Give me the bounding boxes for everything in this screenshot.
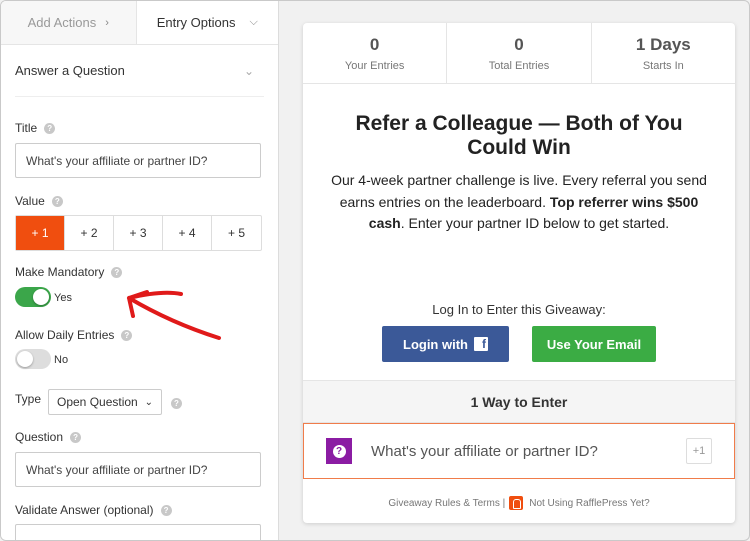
- tab-entry-options[interactable]: Entry Options ⌵: [136, 1, 278, 44]
- help-icon[interactable]: ?: [111, 266, 123, 278]
- title-label-text: Title: [15, 121, 38, 135]
- giveaway-preview: 0 Your Entries 0 Total Entries 1 Days St…: [303, 23, 735, 523]
- tab-add-actions-label: Add Actions: [27, 15, 97, 30]
- stat-value: 0: [514, 34, 524, 54]
- stat-label: Your Entries: [344, 59, 405, 72]
- ways-to-enter-header: 1 Way to Enter: [303, 380, 735, 423]
- help-icon[interactable]: ?: [70, 431, 82, 443]
- question-label-text: Question: [15, 430, 64, 444]
- title-label: Title ?: [15, 121, 56, 135]
- question-icon: ?: [326, 438, 352, 464]
- giveaway-headline: Refer a Colleague — Both of You Could Wi…: [355, 112, 683, 159]
- entry-points-badge: +1: [686, 438, 712, 464]
- stat-label: Starts In: [642, 59, 684, 72]
- chevron-down-icon: ⌄: [243, 63, 254, 78]
- mandatory-label-text: Make Mandatory: [15, 265, 105, 279]
- stat-total-entries: 0 Total Entries: [447, 23, 592, 83]
- rafflepress-icon: [509, 496, 524, 510]
- entry-action-text: What's your affiliate or partner ID?: [371, 442, 598, 460]
- chevron-right-icon: ›: [105, 16, 109, 29]
- help-icon[interactable]: ?: [171, 398, 182, 409]
- login-facebook-label: Login with: [403, 336, 468, 352]
- stat-starts-in: 1 Days Starts In: [592, 23, 735, 83]
- app-window: Add Actions › Entry Options ⌵ Answer a Q…: [0, 0, 750, 541]
- toggle-knob: [33, 289, 49, 305]
- value-option-3[interactable]: + 3: [114, 216, 163, 250]
- facebook-icon: f: [473, 337, 488, 351]
- giveaway-description: Our 4-week partner challenge is live. Ev…: [303, 170, 735, 235]
- stat-your-entries: 0 Your Entries: [303, 23, 448, 83]
- help-icon[interactable]: ?: [160, 504, 172, 516]
- value-option-5[interactable]: + 5: [212, 216, 261, 250]
- entry-action-row[interactable]: ? What's your affiliate or partner ID? +…: [303, 423, 735, 479]
- value-label: Value ?: [15, 194, 63, 208]
- stat-value: 0: [369, 34, 380, 54]
- question-label: Question ?: [15, 430, 82, 444]
- panel-tabs: Add Actions › Entry Options ⌵: [1, 1, 278, 45]
- help-icon[interactable]: ?: [51, 195, 63, 207]
- value-option-1[interactable]: + 1: [16, 216, 65, 250]
- stat-label: Total Entries: [488, 59, 550, 72]
- tab-entry-options-label: Entry Options: [156, 15, 236, 30]
- mandatory-toggle[interactable]: [15, 287, 51, 307]
- validate-label: Validate Answer (optional) ?: [15, 503, 172, 517]
- value-option-2[interactable]: + 2: [65, 216, 114, 250]
- login-facebook-button[interactable]: Login with f: [382, 326, 509, 362]
- stat-value: 1 Days: [635, 34, 691, 54]
- section-header[interactable]: Answer a Question ⌄: [15, 45, 264, 97]
- entry-options-panel: Add Actions › Entry Options ⌵ Answer a Q…: [1, 1, 279, 540]
- mandatory-label: Make Mandatory ?: [15, 265, 123, 279]
- toggle-knob: [17, 351, 33, 367]
- login-email-button[interactable]: Use Your Email: [532, 326, 656, 362]
- type-select-value: Open Question: [57, 395, 138, 409]
- annotation-arrow-icon: [127, 290, 221, 340]
- validate-label-text: Validate Answer (optional): [15, 503, 154, 517]
- validate-input[interactable]: [15, 524, 261, 540]
- giveaway-footer: Giveaway Rules & Terms | Not Using Raffl…: [303, 496, 735, 510]
- value-selector: + 1 + 2 + 3 + 4 + 5: [15, 215, 262, 251]
- tab-add-actions[interactable]: Add Actions ›: [1, 1, 137, 44]
- stats-bar: 0 Your Entries 0 Total Entries 1 Days St…: [303, 23, 735, 84]
- help-icon[interactable]: ?: [44, 122, 56, 134]
- title-input[interactable]: What's your affiliate or partner ID?: [15, 143, 261, 178]
- chevron-down-icon: ⌄: [144, 396, 153, 408]
- chevron-down-icon: ⌵: [249, 16, 258, 28]
- mandatory-state: Yes: [54, 292, 72, 304]
- section-title: Answer a Question: [15, 63, 125, 78]
- rafflepress-link[interactable]: Not Using RafflePress Yet?: [529, 498, 649, 509]
- daily-entries-toggle[interactable]: [15, 349, 51, 369]
- question-input[interactable]: What's your affiliate or partner ID?: [15, 452, 261, 487]
- type-label: Type: [15, 392, 41, 406]
- value-option-4[interactable]: + 4: [163, 216, 212, 250]
- type-label-text: Type: [15, 392, 42, 406]
- daily-entries-state: No: [54, 354, 69, 366]
- type-select[interactable]: Open Question ⌄: [48, 389, 162, 415]
- desc-text-end: . Enter your partner ID below to get sta…: [400, 215, 670, 231]
- rules-link[interactable]: Giveaway Rules & Terms |: [388, 498, 505, 509]
- login-prompt: Log In to Enter this Giveaway:: [432, 302, 606, 317]
- value-label-text: Value: [15, 194, 45, 208]
- daily-label-text: Allow Daily Entries: [15, 328, 115, 342]
